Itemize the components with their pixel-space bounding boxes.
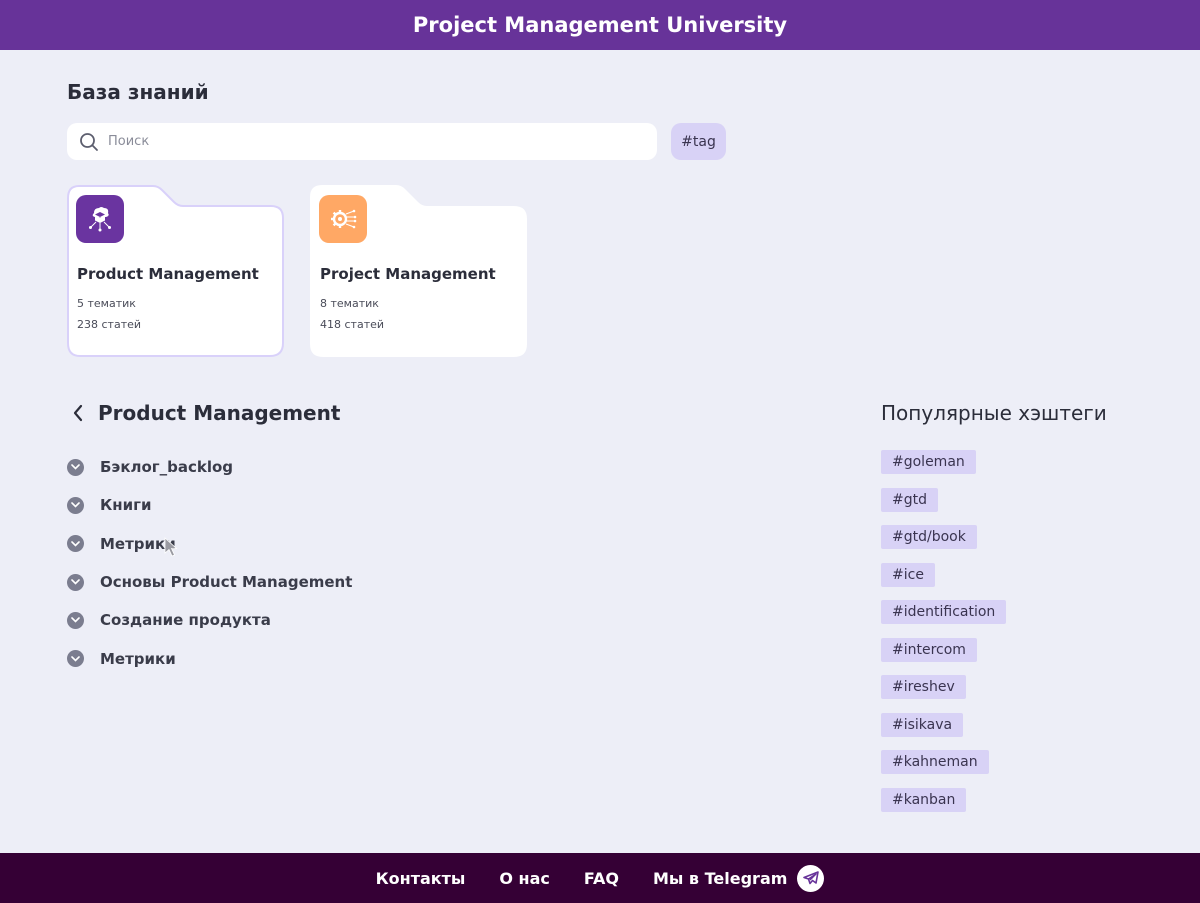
hashtag-chip[interactable]: #intercom xyxy=(881,637,977,662)
topic-list: Бэклог_backlog Книги Метрики Основы Prod… xyxy=(67,448,352,678)
hashtag-list: #goleman #gtd #gtd/book #ice #identifica… xyxy=(881,450,1007,825)
hashtag-chip[interactable]: #gtd/book xyxy=(881,525,977,549)
topic-item[interactable]: Основы Product Management xyxy=(67,563,352,601)
chevron-down-icon xyxy=(67,496,84,514)
topic-label: Бэклог_backlog xyxy=(100,458,234,477)
hashtag-chip[interactable]: #kanban xyxy=(881,787,967,812)
folder-article-count: 238 статей xyxy=(77,318,142,331)
hashtag-chip[interactable]: #ireshev xyxy=(881,675,966,699)
section-title: Product Management xyxy=(98,401,341,425)
footer-link-contacts[interactable]: Контакты xyxy=(376,869,466,888)
chevron-down-icon xyxy=(67,458,84,476)
topic-label: Метрики xyxy=(100,649,176,668)
mouse-cursor-icon xyxy=(164,537,178,557)
telegram-icon xyxy=(797,864,825,892)
search-input[interactable] xyxy=(108,134,628,149)
folder-name: Project Management xyxy=(320,265,496,283)
site-footer: Контакты О нас FAQ Мы в Telegram xyxy=(0,853,1200,903)
topic-label: Создание продукта xyxy=(100,611,271,630)
footer-link-faq[interactable]: FAQ xyxy=(584,869,619,888)
search-box[interactable] xyxy=(67,123,657,160)
cube-network-icon xyxy=(76,195,124,243)
topic-item[interactable]: Бэклог_backlog xyxy=(67,448,352,486)
site-title[interactable]: Project Management University xyxy=(413,13,787,37)
hashtag-chip[interactable]: #kahneman xyxy=(881,750,989,774)
hashtag-chip[interactable]: #ice xyxy=(881,562,935,587)
topic-item[interactable]: Создание продукта xyxy=(67,601,352,639)
section-header: Product Management xyxy=(67,400,340,426)
folder-name: Product Management xyxy=(77,265,259,283)
chevron-down-icon xyxy=(67,573,84,591)
topic-item[interactable]: Метрики xyxy=(67,525,352,563)
footer-link-telegram[interactable]: Мы в Telegram xyxy=(652,864,825,892)
gear-circuit-icon xyxy=(319,195,367,243)
footer-link-about[interactable]: О нас xyxy=(499,869,550,888)
chevron-left-icon[interactable] xyxy=(67,400,89,426)
page-title: База знаний xyxy=(67,80,209,104)
folder-article-count: 418 статей xyxy=(320,318,385,331)
topic-label: Основы Product Management xyxy=(100,573,353,592)
telegram-link-label: Мы в Telegram xyxy=(652,868,788,888)
hashtag-chip[interactable]: #identification xyxy=(881,600,1007,624)
hashtag-chip[interactable]: #gtd xyxy=(881,487,938,512)
popular-hashtags-title: Популярные хэштеги xyxy=(881,401,1107,425)
search-icon xyxy=(80,132,98,151)
folder-card-product-management[interactable]: Product Management 5 тематик 238 статей xyxy=(67,185,284,357)
chevron-down-icon xyxy=(67,650,84,668)
chevron-down-icon xyxy=(67,611,84,629)
site-header: Project Management University xyxy=(0,0,1200,50)
folder-topic-count: 5 тематик xyxy=(77,297,136,310)
topic-label: Книги xyxy=(100,496,152,515)
folder-topic-count: 8 тематик xyxy=(320,297,379,310)
tag-filter-button[interactable]: #tag xyxy=(671,123,726,160)
topic-item[interactable]: Книги xyxy=(67,486,352,524)
hashtag-chip[interactable]: #isikava xyxy=(881,712,964,737)
folder-card-project-management[interactable]: Project Management 8 тематик 418 статей xyxy=(310,185,527,357)
chevron-down-icon xyxy=(67,535,84,553)
hashtag-chip[interactable]: #goleman xyxy=(881,450,976,474)
topic-item[interactable]: Метрики xyxy=(67,639,352,677)
